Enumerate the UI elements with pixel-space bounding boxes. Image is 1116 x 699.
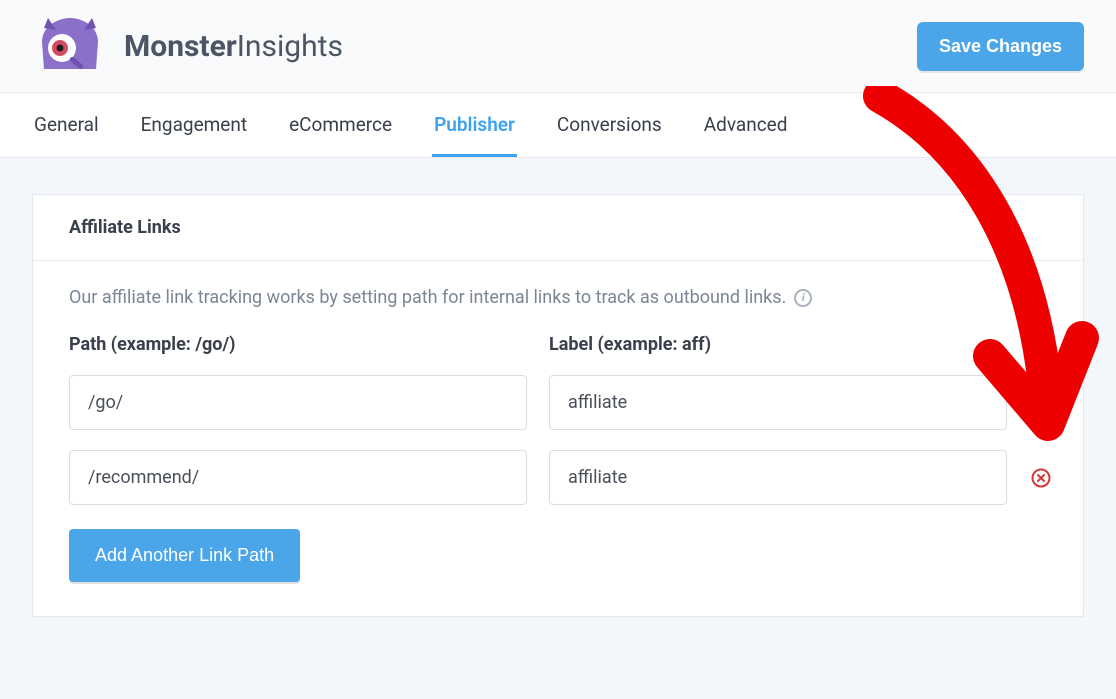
tab-conversions[interactable]: Conversions xyxy=(555,93,664,157)
affiliate-links-panel: Affiliate Links Our affiliate link track… xyxy=(32,194,1084,617)
tab-ecommerce[interactable]: eCommerce xyxy=(287,93,394,157)
brand-name-bold: Monster xyxy=(124,29,237,64)
path-input[interactable] xyxy=(69,375,527,430)
path-input[interactable] xyxy=(69,450,527,505)
tab-advanced[interactable]: Advanced xyxy=(702,93,790,157)
delete-row-button[interactable] xyxy=(1029,466,1053,490)
delete-icon xyxy=(1031,393,1051,413)
panel-title: Affiliate Links xyxy=(33,195,1083,261)
save-button[interactable]: Save Changes xyxy=(917,22,1084,71)
affiliate-links-grid: Path (example: /go/) Label (example: aff… xyxy=(69,334,1047,505)
panel-description: Our affiliate link tracking works by set… xyxy=(69,287,786,308)
label-input[interactable] xyxy=(549,375,1007,430)
brand-name: MonsterInsights xyxy=(124,29,343,64)
tab-engagement[interactable]: Engagement xyxy=(139,93,250,157)
tab-general[interactable]: General xyxy=(32,93,101,157)
info-icon[interactable]: i xyxy=(794,289,812,307)
column-header-path: Path (example: /go/) xyxy=(69,334,527,355)
panel-body: Our affiliate link tracking works by set… xyxy=(33,261,1083,616)
brand-logo-icon xyxy=(34,14,106,78)
delete-row-button[interactable] xyxy=(1029,391,1053,415)
label-input[interactable] xyxy=(549,450,1007,505)
panel-wrap: Affiliate Links Our affiliate link track… xyxy=(0,158,1116,653)
tab-publisher[interactable]: Publisher xyxy=(432,93,517,157)
brand: MonsterInsights xyxy=(34,14,343,78)
panel-description-row: Our affiliate link tracking works by set… xyxy=(69,287,1047,308)
column-header-label: Label (example: aff) xyxy=(549,334,1007,355)
settings-tabs: General Engagement eCommerce Publisher C… xyxy=(0,93,1116,158)
delete-icon xyxy=(1031,468,1051,488)
header-bar: MonsterInsights Save Changes xyxy=(0,0,1116,93)
brand-name-light: Insights xyxy=(237,29,343,64)
add-link-path-button[interactable]: Add Another Link Path xyxy=(69,529,300,582)
